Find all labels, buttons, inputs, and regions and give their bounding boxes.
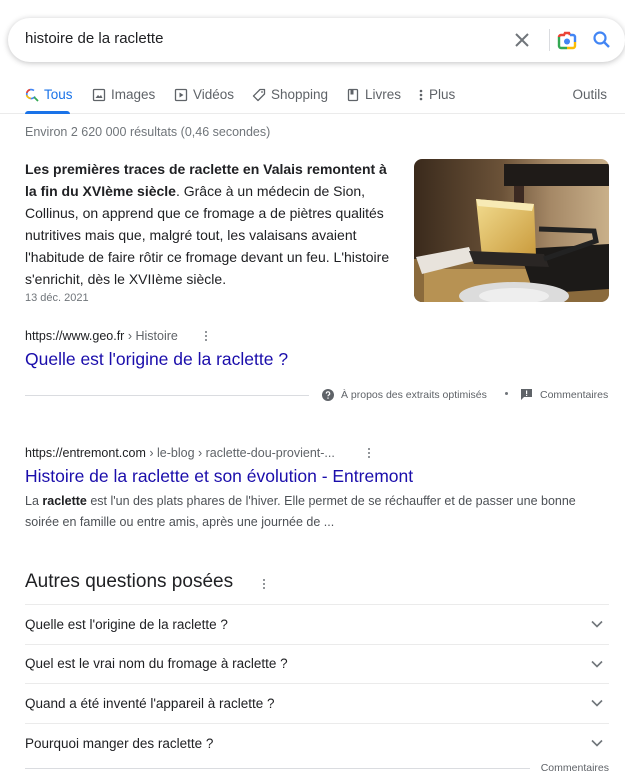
cite-path: › Histoire	[124, 329, 178, 343]
google-lens-icon[interactable]	[556, 29, 578, 51]
book-icon	[347, 88, 359, 101]
search-bar	[8, 18, 625, 62]
more-options-icon[interactable]	[259, 577, 269, 591]
tab-all[interactable]: Tous	[25, 87, 73, 102]
paa-question-text: Pourquoi manger des raclette ?	[25, 735, 214, 751]
image-icon	[92, 88, 106, 101]
about-snippets-link[interactable]: À propos des extraits optimisés	[322, 389, 487, 401]
search-tabs: Tous Images Vidéos Shopping Livres Plus …	[0, 80, 625, 114]
result-cite[interactable]: https://entremont.com › le-blog › raclet…	[25, 446, 335, 460]
paa-feedback-link[interactable]: Commentaires	[541, 762, 609, 774]
result-stats: Environ 2 620 000 résultats (0,46 second…	[25, 125, 271, 139]
tab-more[interactable]: Plus	[418, 87, 455, 102]
tab-label: Shopping	[271, 87, 329, 102]
tab-shopping[interactable]: Shopping	[252, 87, 328, 102]
result-description: La raclette est l'un des plats phares de…	[25, 491, 585, 533]
chevron-down-icon	[591, 700, 603, 707]
paa-question[interactable]: Pourquoi manger des raclette ?	[25, 724, 609, 764]
snippet-source-title[interactable]: Quelle est l'origine de la raclette ?	[25, 349, 288, 370]
snippet-date: 13 déc. 2021	[25, 292, 89, 304]
paa-question[interactable]: Quel est le vrai nom du fromage à raclet…	[25, 645, 609, 684]
close-icon[interactable]	[512, 30, 532, 50]
cite-path: › le-blog › raclette-dou-provient-...	[145, 446, 335, 460]
desc-highlight: raclette	[42, 494, 87, 508]
paa-title: Autres questions posées	[25, 571, 234, 592]
tools-button[interactable]: Outils	[572, 87, 607, 102]
paa-question[interactable]: Quelle est l'origine de la raclette ?	[25, 605, 609, 645]
search-input[interactable]	[25, 30, 475, 47]
snippet-footer: À propos des extraits optimisés Commenta…	[25, 386, 609, 406]
raclette-photo	[414, 159, 609, 302]
paa-question-text: Quel est le vrai nom du fromage à raclet…	[25, 656, 288, 672]
more-options-icon[interactable]	[364, 446, 374, 460]
snippet-source-cite[interactable]: https://www.geo.fr › Histoire	[25, 329, 178, 343]
paa-list: Quelle est l'origine de la raclette ? Qu…	[25, 604, 609, 763]
cite-domain: https://www.geo.fr	[25, 329, 125, 343]
tab-videos[interactable]: Vidéos	[174, 87, 234, 102]
paa-question-text: Quelle est l'origine de la raclette ?	[25, 616, 228, 632]
tab-label: Livres	[365, 87, 402, 102]
paa-footer: Commentaires	[25, 760, 609, 776]
search-icon[interactable]	[591, 29, 613, 51]
tab-label: Plus	[429, 87, 456, 102]
more-options-icon[interactable]	[201, 329, 211, 343]
desc-prefix: La	[25, 494, 43, 508]
tag-icon	[252, 88, 266, 101]
search-divider	[549, 29, 550, 51]
about-snippets-label: À propos des extraits optimisés	[341, 389, 487, 401]
separator-dot	[505, 392, 508, 395]
tab-books[interactable]: Livres	[346, 87, 401, 102]
more-vert-icon	[419, 89, 423, 100]
feedback-icon	[521, 389, 532, 400]
desc-body: est l'un des plats phares de l'hiver. El…	[25, 494, 576, 529]
divider	[25, 395, 309, 396]
paa-question-text: Quand a été inventé l'appareil à raclett…	[25, 695, 275, 711]
feedback-label: Commentaires	[540, 389, 609, 401]
chevron-down-icon	[591, 740, 603, 747]
cite-domain: https://entremont.com	[25, 446, 146, 460]
tab-label: Vidéos	[193, 87, 235, 102]
tab-images[interactable]: Images	[92, 87, 155, 102]
tab-label: Images	[111, 87, 156, 102]
featured-snippet-text: Les premières traces de raclette en Vala…	[25, 158, 395, 290]
paa-question[interactable]: Quand a été inventé l'appareil à raclett…	[25, 684, 609, 724]
chevron-down-icon	[591, 621, 603, 628]
search-icon	[25, 88, 39, 102]
play-icon	[174, 88, 188, 101]
feedback-link[interactable]: Commentaires	[521, 389, 608, 401]
chevron-down-icon	[591, 660, 603, 668]
snippet-image[interactable]	[414, 159, 609, 302]
divider	[25, 768, 530, 769]
active-tab-indicator	[25, 111, 70, 114]
result-title[interactable]: Histoire de la raclette et son évolution…	[25, 466, 413, 487]
help-icon	[322, 389, 334, 401]
tab-label: Tous	[44, 87, 73, 102]
